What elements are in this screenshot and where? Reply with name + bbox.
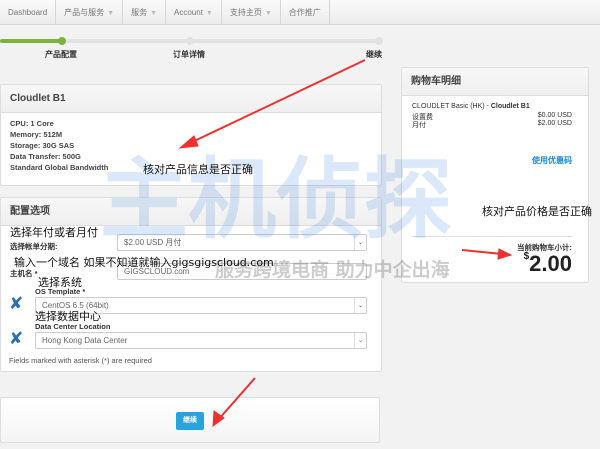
annotation-check-price: 核对产品价格是否正确 <box>482 205 592 218</box>
wrench-icon: ✘ <box>9 329 24 348</box>
chevron-down-icon: ⌄ <box>354 298 366 313</box>
nav-dashboard[interactable]: Dashboard <box>0 0 57 25</box>
step-dot <box>375 37 383 45</box>
caret-down-icon: ▼ <box>107 10 115 17</box>
top-nav: Dashboard 产品与服务 ▼ 服务 ▼ Account ▼ 支持主页 ▼ 合作推广 <box>0 0 600 25</box>
nav-products[interactable]: 产品与服务 ▼ <box>56 0 124 25</box>
annotation-datacenter: 选择数据中心 <box>35 310 101 323</box>
nav-affiliates[interactable]: 合作推广 <box>281 0 330 25</box>
billing-select[interactable]: $2.00 USD 月付 ⌄ <box>117 234 367 251</box>
caret-down-icon: ▼ <box>150 10 158 17</box>
billing-value: $2.00 USD 月付 <box>124 238 182 247</box>
nav-label: 服务 <box>131 8 148 17</box>
cart-product-group: CLOUDLET Basic (HK) - <box>412 103 491 110</box>
cart-line-value: $0.00 USD <box>537 112 572 119</box>
product-title: Cloudlet B1 <box>1 85 381 113</box>
nav-label: Account <box>174 8 203 17</box>
nav-label: 产品与服务 <box>64 8 105 17</box>
spec-line: Memory: 512M <box>10 130 63 139</box>
datacenter-select[interactable]: Hong Kong Data Center ⌄ <box>35 332 367 349</box>
annotation-check-product: 核对产品信息是否正确 <box>143 163 253 176</box>
annotation-os: 选择系统 <box>38 276 82 289</box>
chevron-down-icon: ⌄ <box>354 235 366 250</box>
spec-line: Data Transfer: 500G <box>10 152 81 161</box>
divider <box>412 236 572 237</box>
chevron-down-icon: ⌄ <box>354 333 366 348</box>
progress-fill <box>0 39 62 43</box>
step-dot <box>58 37 66 45</box>
spec-line: Standard Global Bandwidth <box>10 163 109 172</box>
cart-line-label: 月付 <box>412 122 426 129</box>
step-label: 订单详情 <box>173 50 205 59</box>
cart-product: CLOUDLET Basic (HK) - Cloudlet B1 <box>412 103 530 110</box>
cart-product-name: Cloudlet B1 <box>490 103 530 110</box>
step-dot <box>186 37 194 45</box>
cart-title: 购物车明细 <box>402 68 588 96</box>
promo-code-link[interactable]: 使用优惠码 <box>532 155 572 166</box>
annotation-billing: 选择年付或者月付 <box>10 226 98 239</box>
total-amount: 2.00 <box>529 251 572 276</box>
wrench-icon: ✘ <box>9 294 24 313</box>
spec-line: CPU: 1 Core <box>10 119 54 128</box>
cart-line-value: $2.00 USD <box>537 120 572 127</box>
cart-total: $2.00 <box>524 251 572 277</box>
annotation-hostname: 输入一个域名 如果不知道就输入gigsgigscloud.com <box>14 256 274 269</box>
nav-account[interactable]: Account ▼ <box>166 0 222 25</box>
billing-label: 选择帐单分期: <box>10 242 58 251</box>
nav-label: 合作推广 <box>288 8 321 17</box>
config-title: 配置选项 <box>1 198 381 226</box>
nav-label: 支持主页 <box>229 8 262 17</box>
step-label: 继续 <box>366 50 382 59</box>
nav-support[interactable]: 支持主页 ▼ <box>222 0 281 25</box>
nav-services[interactable]: 服务 ▼ <box>123 0 167 25</box>
nav-label: Dashboard <box>8 8 48 17</box>
caret-down-icon: ▼ <box>205 10 213 17</box>
cart-panel: 购物车明细 CLOUDLET Basic (HK) - Cloudlet B1 … <box>401 67 589 283</box>
step-label: 产品配置 <box>45 50 77 59</box>
continue-button[interactable]: 继续 <box>176 412 204 430</box>
required-note: Fields marked with asterisk (*) are requ… <box>9 356 152 365</box>
spec-line: Storage: 30G SAS <box>10 141 75 150</box>
datacenter-value: Hong Kong Data Center <box>42 336 128 345</box>
caret-down-icon: ▼ <box>264 10 272 17</box>
